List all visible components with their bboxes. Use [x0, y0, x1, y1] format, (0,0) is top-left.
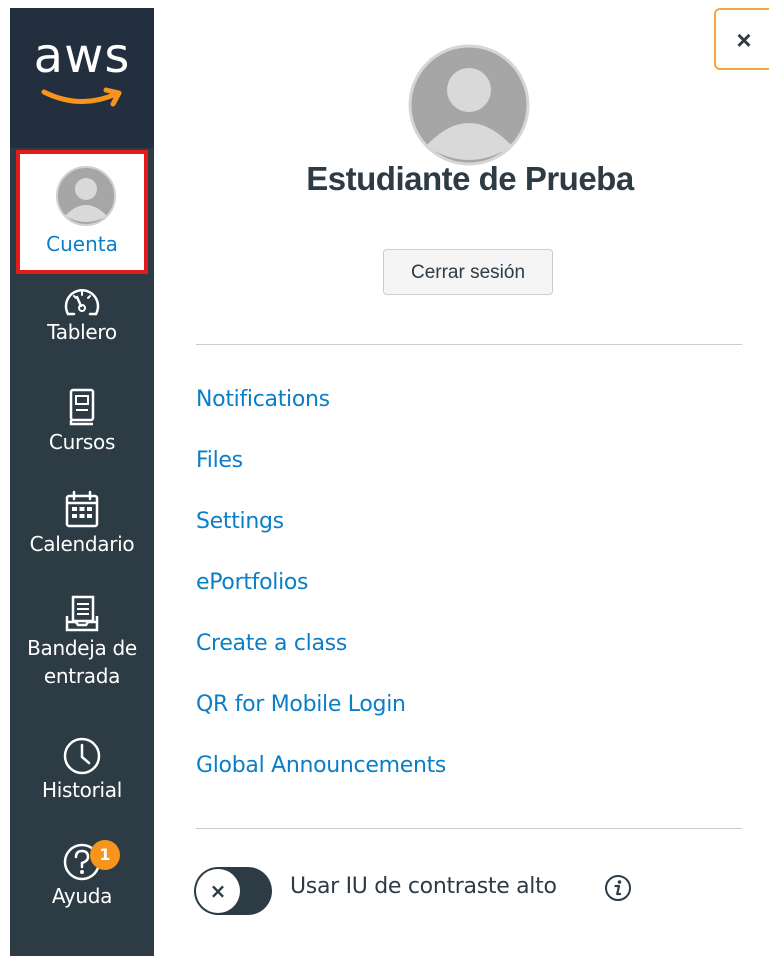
- link-global-announcements[interactable]: Global Announcements: [196, 746, 446, 786]
- list-item: Global Announcements: [196, 746, 446, 807]
- user-avatar-icon: [56, 166, 116, 226]
- global-nav-sidebar: aws Cuenta Tablero Cursos Calendario Ban…: [10, 8, 154, 956]
- nav-item-help[interactable]: 1 Ayuda: [10, 840, 154, 910]
- list-item: Settings: [196, 502, 446, 563]
- smile-arrow-icon: [41, 87, 122, 107]
- link-files[interactable]: Files: [196, 441, 243, 481]
- notification-badge: 1: [90, 840, 120, 870]
- nav-item-calendar[interactable]: Calendario: [10, 490, 154, 558]
- link-notifications[interactable]: Notifications: [196, 380, 330, 420]
- logo-text: aws: [33, 28, 131, 84]
- list-item: Notifications: [196, 380, 446, 441]
- nav-item-courses[interactable]: Cursos: [10, 388, 154, 456]
- inbox-icon: [65, 595, 99, 632]
- link-eportfolios[interactable]: ePortfolios: [196, 563, 309, 603]
- logout-button[interactable]: Cerrar sesión: [383, 249, 553, 295]
- nav-item-label: Calendario: [29, 532, 135, 556]
- calendar-icon: [65, 490, 99, 528]
- aws-logo[interactable]: aws: [10, 8, 154, 148]
- divider: [196, 344, 742, 345]
- high-contrast-toggle[interactable]: ×: [194, 867, 272, 915]
- divider: [196, 828, 742, 829]
- list-item: Files: [196, 441, 446, 502]
- account-links-list: Notifications Files Settings ePortfolios…: [196, 380, 446, 807]
- link-settings[interactable]: Settings: [196, 502, 284, 542]
- list-item: QR for Mobile Login: [196, 685, 446, 746]
- nav-item-label: Tablero: [47, 320, 117, 344]
- nav-item-label: Cursos: [48, 430, 116, 454]
- profile-avatar: [408, 44, 530, 166]
- high-contrast-label: Usar IU de contraste alto: [290, 874, 557, 899]
- nav-item-dashboard[interactable]: Tablero: [10, 284, 154, 346]
- nav-item-account[interactable]: Cuenta: [16, 150, 148, 274]
- nav-item-history[interactable]: Historial: [10, 736, 154, 804]
- nav-item-inbox[interactable]: Bandeja de entrada: [10, 594, 154, 690]
- close-tray-button[interactable]: ×: [714, 8, 769, 70]
- link-create-class[interactable]: Create a class: [196, 624, 347, 664]
- nav-item-label: Historial: [42, 778, 122, 802]
- nav-item-label: Bandeja de entrada: [27, 636, 137, 688]
- nav-account-label: Cuenta: [46, 232, 118, 256]
- nav-item-label: Ayuda: [51, 884, 113, 908]
- link-qr-mobile-login[interactable]: QR for Mobile Login: [196, 685, 406, 725]
- list-item: ePortfolios: [196, 563, 446, 624]
- dashboard-gauge-icon: [64, 289, 100, 316]
- list-item: Create a class: [196, 624, 446, 685]
- user-name: Estudiante de Prueba: [306, 160, 634, 197]
- book-icon: [69, 388, 95, 426]
- toggle-off-icon: ×: [196, 869, 240, 913]
- info-icon[interactable]: [604, 874, 632, 902]
- clock-icon: [63, 737, 101, 775]
